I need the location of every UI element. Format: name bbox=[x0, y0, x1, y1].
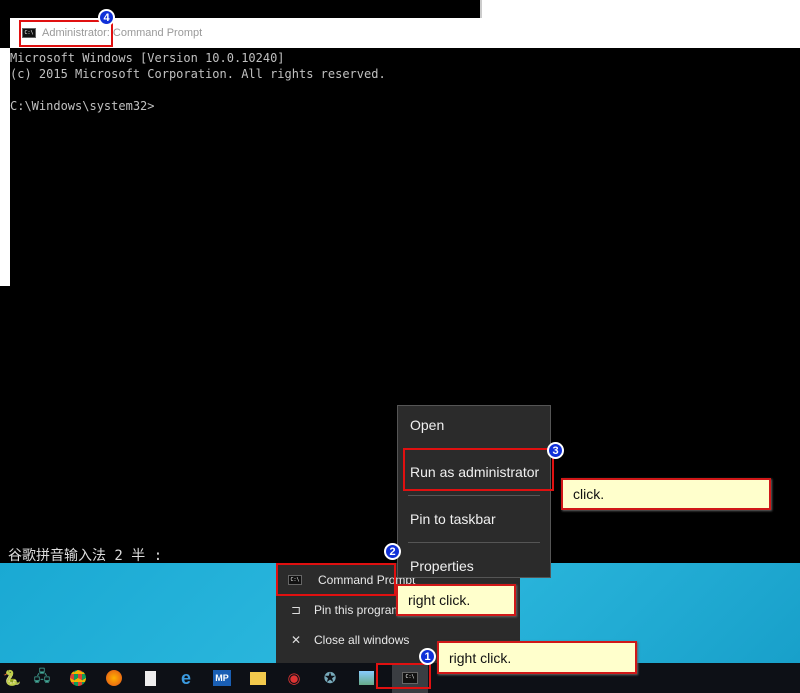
snail-icon[interactable]: ◉ bbox=[276, 663, 312, 693]
callout-step3: click. bbox=[561, 478, 771, 510]
console-prompt: C:\Windows\system32> bbox=[10, 99, 155, 113]
firefox-icon[interactable] bbox=[96, 663, 132, 693]
menu-item-properties[interactable]: Properties bbox=[398, 547, 550, 585]
network-icon[interactable]: 🖧 bbox=[24, 663, 60, 693]
callout-step1: right click. bbox=[437, 641, 637, 674]
jump-item-label: Pin this program bbox=[314, 603, 402, 617]
mp-icon[interactable]: MP bbox=[204, 663, 240, 693]
console-line: (c) 2015 Microsoft Corporation. All righ… bbox=[10, 67, 386, 81]
pin-icon: ⊐ bbox=[290, 603, 302, 617]
console-line: Microsoft Windows [Version 10.0.10240] bbox=[10, 51, 285, 65]
step-badge-3: 3 bbox=[547, 442, 564, 459]
jump-item-label: Close all windows bbox=[314, 633, 410, 647]
menu-item-pin-to-taskbar[interactable]: Pin to taskbar bbox=[398, 500, 550, 538]
close-icon: ✕ bbox=[290, 633, 302, 647]
background-window bbox=[480, 0, 800, 18]
window-titlebar[interactable]: C:\ Administrator: Command Prompt bbox=[10, 18, 800, 48]
highlight-title bbox=[19, 20, 113, 47]
highlight-taskbar-cmd bbox=[376, 663, 431, 689]
menu-item-open[interactable]: Open bbox=[398, 406, 550, 444]
step-badge-1: 1 bbox=[419, 648, 436, 665]
context-menu: Open Run as administrator Pin to taskbar… bbox=[397, 405, 551, 578]
step-badge-2: 2 bbox=[384, 543, 401, 560]
menu-divider bbox=[408, 542, 540, 543]
app-icon[interactable]: ✪ bbox=[312, 663, 348, 693]
background-window-edge bbox=[0, 48, 10, 286]
ime-status: 谷歌拼音输入法 2 半 : bbox=[8, 548, 163, 564]
chrome-icon[interactable] bbox=[60, 663, 96, 693]
highlight-jump-command-prompt bbox=[276, 563, 396, 596]
callout-step2: right click. bbox=[396, 584, 516, 616]
highlight-run-as-admin bbox=[403, 448, 554, 491]
explorer-icon[interactable] bbox=[240, 663, 276, 693]
file-icon[interactable] bbox=[132, 663, 168, 693]
ie-icon[interactable]: e bbox=[168, 663, 204, 693]
menu-divider bbox=[408, 495, 540, 496]
python-icon[interactable]: 🐍 bbox=[0, 663, 24, 693]
step-badge-4: 4 bbox=[98, 9, 115, 26]
